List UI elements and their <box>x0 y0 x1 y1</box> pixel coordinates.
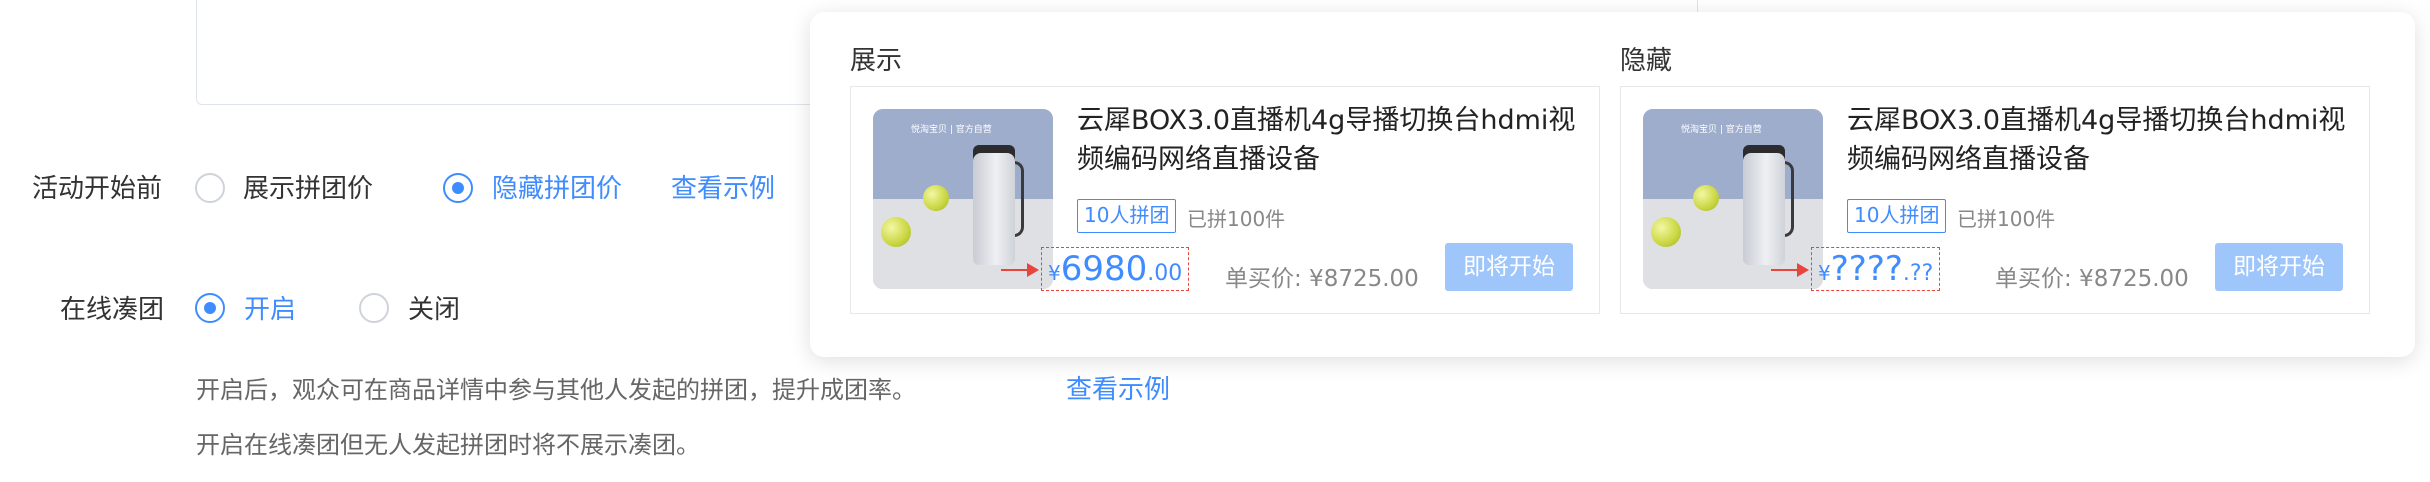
product-card-hide: 悦淘宝贝 | 官方自营 云犀BOX3.0直播机4g导播切换台hdmi视频编码网络… <box>1620 86 2370 314</box>
online-group-on-radio[interactable] <box>195 293 225 323</box>
online-group-on-label[interactable]: 开启 <box>244 289 296 326</box>
single-price: 单买价: ¥8725.00 <box>1995 266 2189 292</box>
joined-count: 已拼100件 <box>1957 207 2056 231</box>
before-start-label: 活动开始前 <box>32 174 163 204</box>
online-group-example-link[interactable]: 查看示例 <box>1066 369 1170 406</box>
coming-soon-button[interactable]: 即将开始 <box>2215 243 2343 291</box>
online-group-off-radio[interactable] <box>359 293 389 323</box>
group-tag: 10人拼团 <box>1077 199 1177 233</box>
before-start-example-link[interactable]: 查看示例 <box>671 168 775 205</box>
group-price: ¥6980.00 <box>1041 247 1190 291</box>
hide-price-option-label[interactable]: 隐藏拼团价 <box>492 168 622 205</box>
group-price-hidden: ¥????.?? <box>1811 247 1941 291</box>
coming-soon-button[interactable]: 即将开始 <box>1445 243 1573 291</box>
thumb-banner-text: 悦淘宝贝 | 官方自营 <box>1681 125 1762 135</box>
show-column-title: 展示 <box>850 46 903 76</box>
online-group-off-label[interactable]: 关闭 <box>408 289 460 326</box>
online-group-hint: 开启后，观众可在商品详情中参与其他人发起的拼团，提升成团率。 <box>196 376 916 404</box>
online-group-hint-2: 开启在线凑团但无人发起拼团时将不展示凑团。 <box>196 431 700 459</box>
show-price-radio[interactable] <box>195 173 225 203</box>
product-thumbnail: 悦淘宝贝 | 官方自营 <box>1643 109 1823 289</box>
product-title: 云犀BOX3.0直播机4g导播切换台hdmi视频编码网络直播设备 <box>1847 105 2346 175</box>
single-price: 单买价: ¥8725.00 <box>1225 266 1419 292</box>
hide-column-title: 隐藏 <box>1620 46 1673 76</box>
show-price-option-label[interactable]: 展示拼团价 <box>243 168 373 205</box>
group-tag: 10人拼团 <box>1847 199 1947 233</box>
joined-count: 已拼100件 <box>1187 207 1286 231</box>
online-group-label: 在线凑团 <box>60 295 165 325</box>
product-card-show: 悦淘宝贝 | 官方自营 云犀BOX3.0直播机4g导播切换台hdmi视频编码网络… <box>850 86 1600 314</box>
example-popover: 展示 隐藏 悦淘宝贝 | 官方自营 云犀BOX3.0直播机4g导播切换台hdmi… <box>810 12 2415 357</box>
product-thumbnail: 悦淘宝贝 | 官方自营 <box>873 109 1053 289</box>
product-title: 云犀BOX3.0直播机4g导播切换台hdmi视频编码网络直播设备 <box>1077 105 1576 175</box>
hide-price-radio[interactable] <box>443 173 473 203</box>
thumb-banner-text: 悦淘宝贝 | 官方自营 <box>911 125 992 135</box>
